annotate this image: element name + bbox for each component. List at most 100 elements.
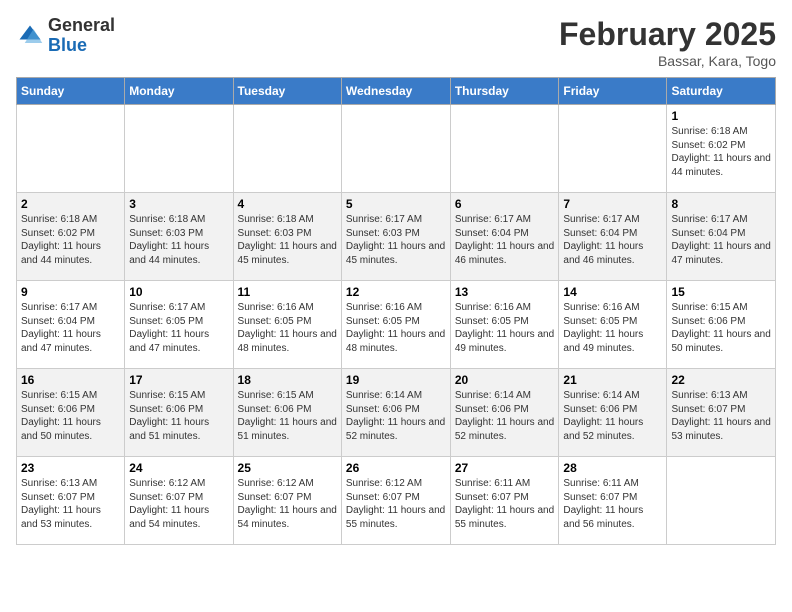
calendar-cell: 12 Sunrise: 6:16 AM Sunset: 6:05 PM Dayli… bbox=[341, 281, 450, 369]
day-info: Sunrise: 6:17 AM Sunset: 6:03 PM Dayligh… bbox=[346, 213, 446, 267]
calendar-cell: 3 Sunrise: 6:18 AM Sunset: 6:03 PM Daylig… bbox=[125, 193, 233, 281]
month-title: February 2025 bbox=[559, 16, 776, 53]
day-number: 2 bbox=[21, 197, 120, 211]
day-info: Sunrise: 6:15 AM Sunset: 6:06 PM Dayligh… bbox=[671, 301, 771, 355]
calendar-cell: 22 Sunrise: 6:13 AM Sunset: 6:07 PM Dayli… bbox=[667, 369, 776, 457]
day-number: 3 bbox=[129, 197, 228, 211]
day-info: Sunrise: 6:11 AM Sunset: 6:07 PM Dayligh… bbox=[563, 477, 662, 531]
day-info: Sunrise: 6:18 AM Sunset: 6:03 PM Dayligh… bbox=[129, 213, 228, 267]
day-number: 23 bbox=[21, 461, 120, 475]
day-number: 8 bbox=[671, 197, 771, 211]
page-header: General Blue February 2025 Bassar, Kara,… bbox=[16, 16, 776, 69]
day-info: Sunrise: 6:16 AM Sunset: 6:05 PM Dayligh… bbox=[238, 301, 337, 355]
calendar-cell bbox=[450, 105, 559, 193]
day-info: Sunrise: 6:13 AM Sunset: 6:07 PM Dayligh… bbox=[21, 477, 120, 531]
day-info: Sunrise: 6:16 AM Sunset: 6:05 PM Dayligh… bbox=[563, 301, 662, 355]
day-number: 13 bbox=[455, 285, 555, 299]
calendar-cell bbox=[17, 105, 125, 193]
day-info: Sunrise: 6:17 AM Sunset: 6:04 PM Dayligh… bbox=[21, 301, 120, 355]
day-number: 26 bbox=[346, 461, 446, 475]
day-number: 28 bbox=[563, 461, 662, 475]
weekday-header-saturday: Saturday bbox=[667, 78, 776, 105]
day-number: 5 bbox=[346, 197, 446, 211]
calendar-cell: 16 Sunrise: 6:15 AM Sunset: 6:06 PM Dayli… bbox=[17, 369, 125, 457]
day-number: 15 bbox=[671, 285, 771, 299]
weekday-header-wednesday: Wednesday bbox=[341, 78, 450, 105]
logo-blue-text: Blue bbox=[48, 35, 87, 55]
title-block: February 2025 Bassar, Kara, Togo bbox=[559, 16, 776, 69]
day-info: Sunrise: 6:18 AM Sunset: 6:03 PM Dayligh… bbox=[238, 213, 337, 267]
calendar-cell: 6 Sunrise: 6:17 AM Sunset: 6:04 PM Daylig… bbox=[450, 193, 559, 281]
day-info: Sunrise: 6:15 AM Sunset: 6:06 PM Dayligh… bbox=[21, 389, 120, 443]
calendar-cell bbox=[667, 457, 776, 545]
logo-icon bbox=[16, 22, 44, 50]
calendar-cell: 10 Sunrise: 6:17 AM Sunset: 6:05 PM Dayli… bbox=[125, 281, 233, 369]
day-number: 16 bbox=[21, 373, 120, 387]
calendar-cell: 25 Sunrise: 6:12 AM Sunset: 6:07 PM Dayli… bbox=[233, 457, 341, 545]
calendar-cell: 18 Sunrise: 6:15 AM Sunset: 6:06 PM Dayli… bbox=[233, 369, 341, 457]
day-info: Sunrise: 6:12 AM Sunset: 6:07 PM Dayligh… bbox=[129, 477, 228, 531]
day-info: Sunrise: 6:18 AM Sunset: 6:02 PM Dayligh… bbox=[21, 213, 120, 267]
week-row-3: 9Sunrise: 6:17 AM Sunset: 6:04 PM Daylig… bbox=[17, 281, 776, 369]
calendar-cell: 27 Sunrise: 6:11 AM Sunset: 6:07 PM Dayli… bbox=[450, 457, 559, 545]
day-number: 7 bbox=[563, 197, 662, 211]
day-number: 27 bbox=[455, 461, 555, 475]
calendar-cell: 24 Sunrise: 6:12 AM Sunset: 6:07 PM Dayli… bbox=[125, 457, 233, 545]
day-number: 24 bbox=[129, 461, 228, 475]
day-info: Sunrise: 6:17 AM Sunset: 6:04 PM Dayligh… bbox=[563, 213, 662, 267]
weekday-header-tuesday: Tuesday bbox=[233, 78, 341, 105]
calendar-cell: 21Sunrise: 6:14 AM Sunset: 6:06 PM Dayli… bbox=[559, 369, 667, 457]
week-row-2: 2 Sunrise: 6:18 AM Sunset: 6:02 PM Daylig… bbox=[17, 193, 776, 281]
logo-general-text: General bbox=[48, 15, 115, 35]
calendar-cell: 19 Sunrise: 6:14 AM Sunset: 6:06 PM Dayli… bbox=[341, 369, 450, 457]
calendar-cell: 15 Sunrise: 6:15 AM Sunset: 6:06 PM Dayli… bbox=[667, 281, 776, 369]
calendar-cell bbox=[341, 105, 450, 193]
calendar-cell: 1 Sunrise: 6:18 AM Sunset: 6:02 PM Daylig… bbox=[667, 105, 776, 193]
day-number: 17 bbox=[129, 373, 228, 387]
day-number: 1 bbox=[671, 109, 771, 123]
calendar-cell bbox=[559, 105, 667, 193]
calendar-cell: 7 Sunrise: 6:17 AM Sunset: 6:04 PM Daylig… bbox=[559, 193, 667, 281]
day-number: 10 bbox=[129, 285, 228, 299]
day-info: Sunrise: 6:14 AM Sunset: 6:06 PM Dayligh… bbox=[346, 389, 446, 443]
day-number: 22 bbox=[671, 373, 771, 387]
day-info: Sunrise: 6:15 AM Sunset: 6:06 PM Dayligh… bbox=[238, 389, 337, 443]
calendar-cell: 26Sunrise: 6:12 AM Sunset: 6:07 PM Dayli… bbox=[341, 457, 450, 545]
calendar-cell: 4 Sunrise: 6:18 AM Sunset: 6:03 PM Daylig… bbox=[233, 193, 341, 281]
calendar-cell: 11 Sunrise: 6:16 AM Sunset: 6:05 PM Dayli… bbox=[233, 281, 341, 369]
weekday-header-thursday: Thursday bbox=[450, 78, 559, 105]
weekday-header-monday: Monday bbox=[125, 78, 233, 105]
day-number: 12 bbox=[346, 285, 446, 299]
calendar-cell: 8 Sunrise: 6:17 AM Sunset: 6:04 PM Daylig… bbox=[667, 193, 776, 281]
calendar-cell: 5 Sunrise: 6:17 AM Sunset: 6:03 PM Daylig… bbox=[341, 193, 450, 281]
weekday-header-row: SundayMondayTuesdayWednesdayThursdayFrid… bbox=[17, 78, 776, 105]
day-info: Sunrise: 6:17 AM Sunset: 6:05 PM Dayligh… bbox=[129, 301, 228, 355]
day-number: 14 bbox=[563, 285, 662, 299]
day-number: 19 bbox=[346, 373, 446, 387]
calendar-cell: 28 Sunrise: 6:11 AM Sunset: 6:07 PM Dayli… bbox=[559, 457, 667, 545]
day-number: 6 bbox=[455, 197, 555, 211]
weekday-header-friday: Friday bbox=[559, 78, 667, 105]
day-info: Sunrise: 6:16 AM Sunset: 6:05 PM Dayligh… bbox=[346, 301, 446, 355]
location-subtitle: Bassar, Kara, Togo bbox=[559, 53, 776, 69]
day-number: 4 bbox=[238, 197, 337, 211]
day-number: 25 bbox=[238, 461, 337, 475]
day-info: Sunrise: 6:14 AM Sunset: 6:06 PM Dayligh… bbox=[455, 389, 555, 443]
day-info: Sunrise: 6:14 AM Sunset: 6:06 PM Dayligh… bbox=[563, 389, 662, 443]
day-info: Sunrise: 6:15 AM Sunset: 6:06 PM Dayligh… bbox=[129, 389, 228, 443]
day-info: Sunrise: 6:13 AM Sunset: 6:07 PM Dayligh… bbox=[671, 389, 771, 443]
day-number: 18 bbox=[238, 373, 337, 387]
calendar-cell bbox=[233, 105, 341, 193]
calendar-cell: 13Sunrise: 6:16 AM Sunset: 6:05 PM Dayli… bbox=[450, 281, 559, 369]
calendar-cell: 14 Sunrise: 6:16 AM Sunset: 6:05 PM Dayli… bbox=[559, 281, 667, 369]
calendar-cell: 9Sunrise: 6:17 AM Sunset: 6:04 PM Daylig… bbox=[17, 281, 125, 369]
calendar-cell: 23 Sunrise: 6:13 AM Sunset: 6:07 PM Dayli… bbox=[17, 457, 125, 545]
week-row-1: 1 Sunrise: 6:18 AM Sunset: 6:02 PM Daylig… bbox=[17, 105, 776, 193]
day-info: Sunrise: 6:12 AM Sunset: 6:07 PM Dayligh… bbox=[238, 477, 337, 531]
day-number: 11 bbox=[238, 285, 337, 299]
day-info: Sunrise: 6:18 AM Sunset: 6:02 PM Dayligh… bbox=[671, 125, 771, 179]
day-info: Sunrise: 6:17 AM Sunset: 6:04 PM Dayligh… bbox=[671, 213, 771, 267]
day-info: Sunrise: 6:11 AM Sunset: 6:07 PM Dayligh… bbox=[455, 477, 555, 531]
day-info: Sunrise: 6:17 AM Sunset: 6:04 PM Dayligh… bbox=[455, 213, 555, 267]
day-number: 20 bbox=[455, 373, 555, 387]
